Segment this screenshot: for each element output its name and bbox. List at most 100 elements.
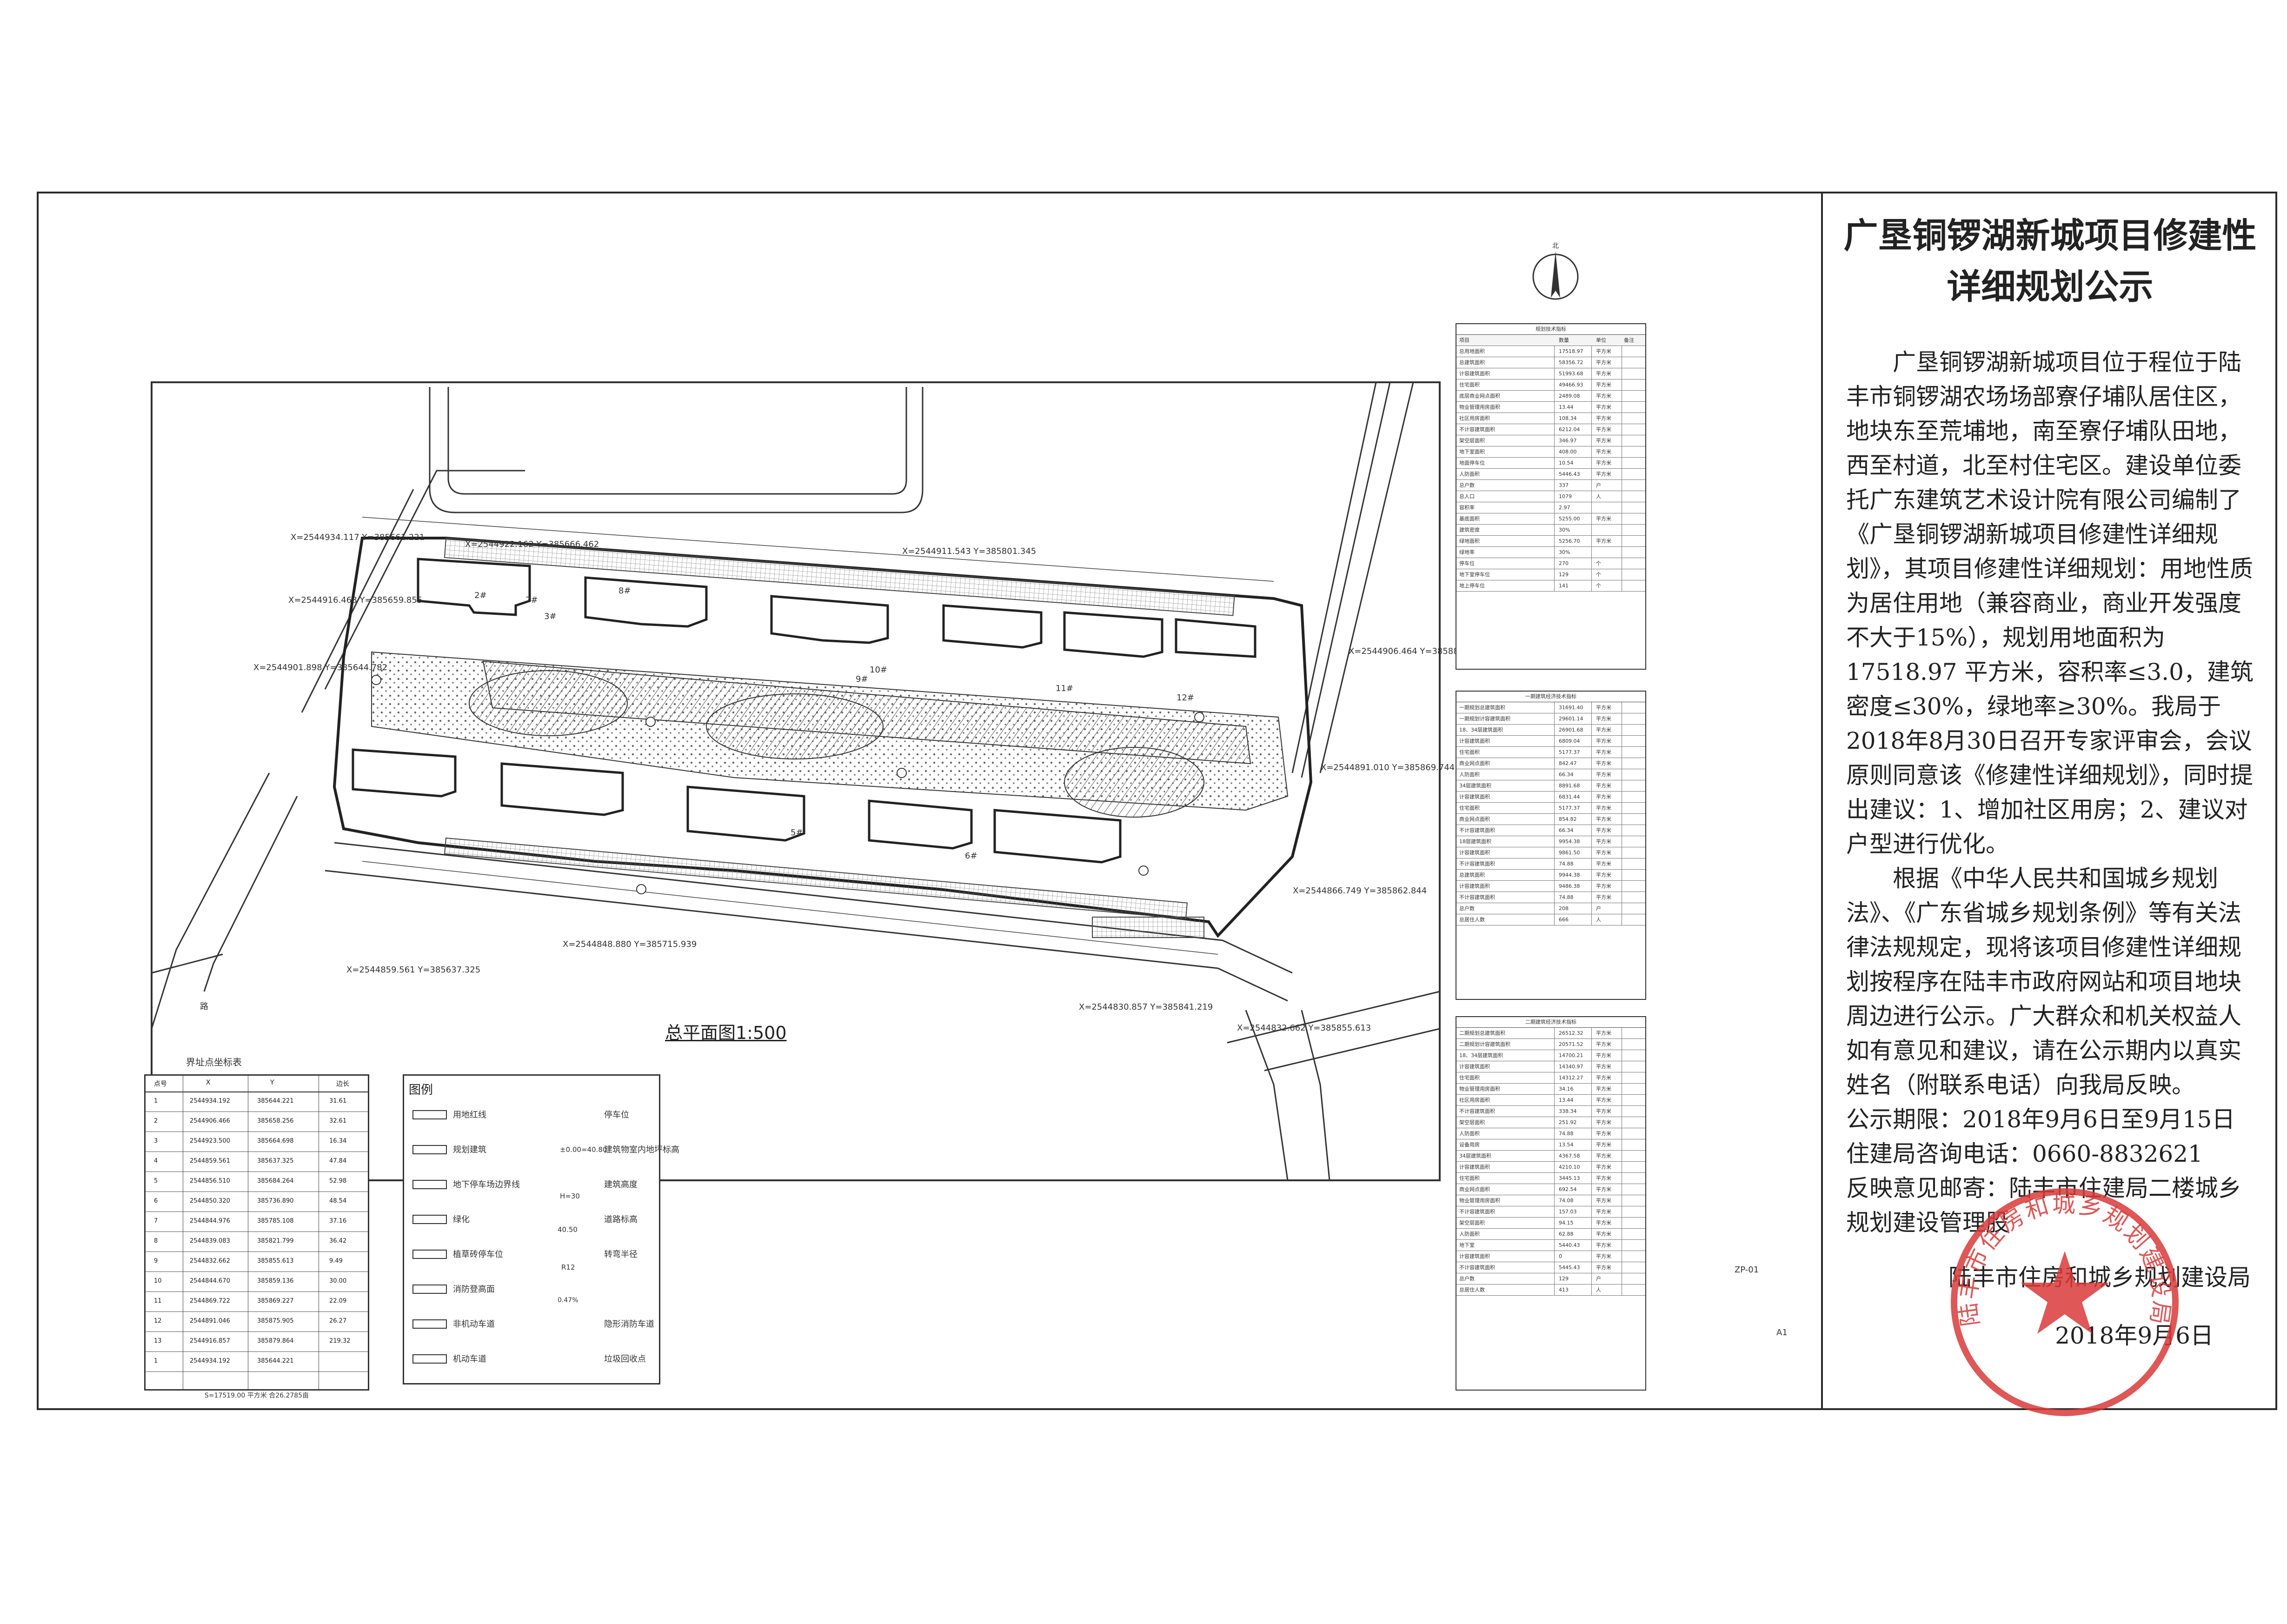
building-label: 6# bbox=[965, 851, 977, 861]
table-cell: 总建筑面积 bbox=[1459, 872, 1485, 878]
table-row: 1 2544934.192 385644.221 bbox=[146, 1351, 368, 1372]
building-label: 12# bbox=[1177, 693, 1194, 703]
table-cell: 平方米 bbox=[1596, 1097, 1611, 1103]
table-cell: 2544923.500 bbox=[190, 1138, 230, 1145]
table-cell: 平方米 bbox=[1596, 861, 1611, 867]
table-cell: 1 bbox=[154, 1098, 158, 1105]
table-cell: 总居住人数 bbox=[1459, 917, 1485, 923]
table-cell: 社区用房面积 bbox=[1459, 415, 1490, 421]
table-row: 计容建筑面积 9486.38 平方米 bbox=[1456, 881, 1645, 892]
table-cell: 计容建筑面积 bbox=[1459, 1164, 1490, 1170]
table-cell: 8891.68 bbox=[1559, 783, 1580, 789]
building-label: 8# bbox=[618, 586, 631, 596]
legend-elevation-value: ±0.00=40.80 bbox=[560, 1145, 607, 1154]
table-cell: 平方米 bbox=[1596, 1064, 1611, 1070]
table-row: 商业网点面积 692.54 平方米 bbox=[1456, 1184, 1645, 1195]
table-row: 绿地率 30% bbox=[1456, 547, 1645, 558]
table-cell: 商业网点面积 bbox=[1459, 760, 1490, 766]
table-row: 不计容建筑面积 5445.43 平方米 bbox=[1456, 1262, 1645, 1273]
table-row: 住宅面积 5177.37 平方米 bbox=[1456, 803, 1645, 814]
notice-phone: 住建局咨询电话：0660-8832621 bbox=[1846, 1140, 2203, 1167]
table-cell: 62.88 bbox=[1559, 1231, 1574, 1237]
coords-header-cell: Y bbox=[270, 1079, 274, 1086]
table-row: 不计容建筑面积 157.03 平方米 bbox=[1456, 1206, 1645, 1218]
table-cell: 16.34 bbox=[329, 1138, 347, 1145]
legend-label: 道路标高 bbox=[604, 1215, 638, 1225]
table-row: 18层建筑面积 9954.38 平方米 bbox=[1456, 836, 1645, 847]
phase1-indicators-table: 一期建筑经济技术指标 一期规划总建筑面积 31691.40 平方米 一期规划计容建筑面… bbox=[1456, 691, 1646, 1000]
table-cell: 计容建筑面积 bbox=[1459, 371, 1490, 377]
table-row: 9 2544832.662 385855.613 9.49 bbox=[146, 1251, 368, 1272]
phase2-indicators-table: 二期建筑经济技术指标 二期规划总建筑面积 26512.32 平方米 二期规划计容建筑面… bbox=[1456, 1016, 1646, 1391]
table-cell: 平方米 bbox=[1596, 404, 1611, 410]
table-row: 住宅面积 3445.13 平方米 bbox=[1456, 1173, 1645, 1184]
table-row: 地下室面积 408.00 平方米 bbox=[1456, 446, 1645, 458]
table-cell: 9.49 bbox=[329, 1258, 343, 1265]
table-cell: 架空层面积 bbox=[1459, 438, 1485, 444]
table-row: 物业管理用房面积 74.08 平方米 bbox=[1456, 1195, 1645, 1206]
table-cell: 平方米 bbox=[1596, 738, 1611, 744]
table-cell: 2544934.192 bbox=[190, 1098, 230, 1105]
table-cell: 385879.864 bbox=[257, 1338, 294, 1344]
table-cell: 66.34 bbox=[1559, 827, 1574, 833]
table-cell: 2544906.466 bbox=[190, 1118, 230, 1125]
table-cell: 129 bbox=[1559, 572, 1569, 578]
table-row: 4 2544859.561 385637.325 47.84 bbox=[146, 1151, 368, 1172]
table-cell: 12 bbox=[154, 1318, 162, 1324]
table-cell: 建筑密度 bbox=[1459, 527, 1480, 533]
table-cell: 人 bbox=[1596, 1287, 1601, 1293]
table-row: 计容建筑面积 9861.50 平方米 bbox=[1456, 847, 1645, 859]
table-cell: 13.44 bbox=[1559, 404, 1574, 410]
table-cell: 平方米 bbox=[1596, 438, 1611, 444]
legend-swatch bbox=[412, 1180, 447, 1189]
legend-swatch bbox=[412, 1285, 447, 1294]
table-cell: 平方米 bbox=[1596, 850, 1611, 856]
table-row: 停车位 270 个 bbox=[1456, 558, 1645, 569]
table-cell: 251.92 bbox=[1559, 1119, 1577, 1125]
point-label: X=2544866.749 Y=385862.844 bbox=[1293, 886, 1427, 896]
table-cell: 2544839.083 bbox=[190, 1238, 230, 1245]
table-cell: 平方米 bbox=[1596, 1075, 1611, 1081]
table-cell: 住宅面积 bbox=[1459, 805, 1480, 811]
table-cell: 绿地面积 bbox=[1459, 538, 1480, 544]
table-cell: 6831.44 bbox=[1559, 794, 1580, 800]
table-cell: 容积率 bbox=[1459, 505, 1475, 511]
table-cell: 平方米 bbox=[1596, 1131, 1611, 1137]
table-cell: 平方米 bbox=[1596, 794, 1611, 800]
table-cell: 架空层面积 bbox=[1459, 1220, 1485, 1226]
notice-title: 广垦铜锣湖新城项目修建性 详细规划公示 bbox=[1823, 210, 2277, 313]
table-cell: 29601.14 bbox=[1559, 716, 1583, 722]
table-row: 3 2544923.500 385664.698 16.34 bbox=[146, 1131, 368, 1152]
point-label: X=2544830.857 Y=385841.219 bbox=[1079, 1002, 1213, 1012]
north-arrow-icon bbox=[1530, 242, 1581, 304]
table-cell: 人防面积 bbox=[1459, 471, 1480, 477]
table-cell: 平方米 bbox=[1596, 516, 1611, 522]
table-cell: 平方米 bbox=[1596, 382, 1611, 388]
table-cell: 2544832.662 bbox=[190, 1258, 230, 1265]
table-cell: 社区用房面积 bbox=[1459, 1097, 1490, 1103]
table-cell: 不计容建筑面积 bbox=[1459, 1108, 1495, 1114]
legend-label: 植草砖停车位 bbox=[453, 1250, 503, 1259]
table-cell: 平方米 bbox=[1596, 359, 1611, 366]
table-row: 不计容建筑面积 338.34 平方米 bbox=[1456, 1106, 1645, 1117]
table-cell: 385664.698 bbox=[257, 1138, 294, 1145]
legend-title: 图例 bbox=[409, 1083, 433, 1097]
table-row: 人防面积 62.88 平方米 bbox=[1456, 1229, 1645, 1240]
planning-indicators-table: 规划技术指标 项目 数量 单位 备注 总用地面积 17518.97 平方米 总建筑面积… bbox=[1456, 323, 1646, 670]
table-row: 架空层面积 346.97 平方米 bbox=[1456, 435, 1645, 446]
table-cell: 337 bbox=[1559, 482, 1569, 488]
table-row: 不计容建筑面积 6212.04 平方米 bbox=[1456, 424, 1645, 435]
coords-table-footer: S=17519.00 平方米 合26.2785亩 bbox=[204, 1392, 309, 1399]
table-cell: 平方米 bbox=[1596, 716, 1611, 722]
table-cell: 物业管理用房面积 bbox=[1459, 404, 1500, 410]
table-cell: 架空层面积 bbox=[1459, 1119, 1485, 1125]
table-cell: 平方米 bbox=[1596, 839, 1611, 845]
table-cell: 计容建筑面积 bbox=[1459, 738, 1490, 744]
table-row: 18、34层建筑面积 26901.68 平方米 bbox=[1456, 725, 1645, 736]
table-cell: 住宅面积 bbox=[1459, 749, 1480, 755]
table-row: 人防面积 66.34 平方米 bbox=[1456, 769, 1645, 780]
legend-road-elev-value: 40.50 bbox=[558, 1225, 578, 1234]
table-cell: 绿地率 bbox=[1459, 549, 1475, 555]
table-cell: 平方米 bbox=[1596, 1198, 1611, 1204]
table-row: 社区用房面积 13.44 平方米 bbox=[1456, 1095, 1645, 1106]
